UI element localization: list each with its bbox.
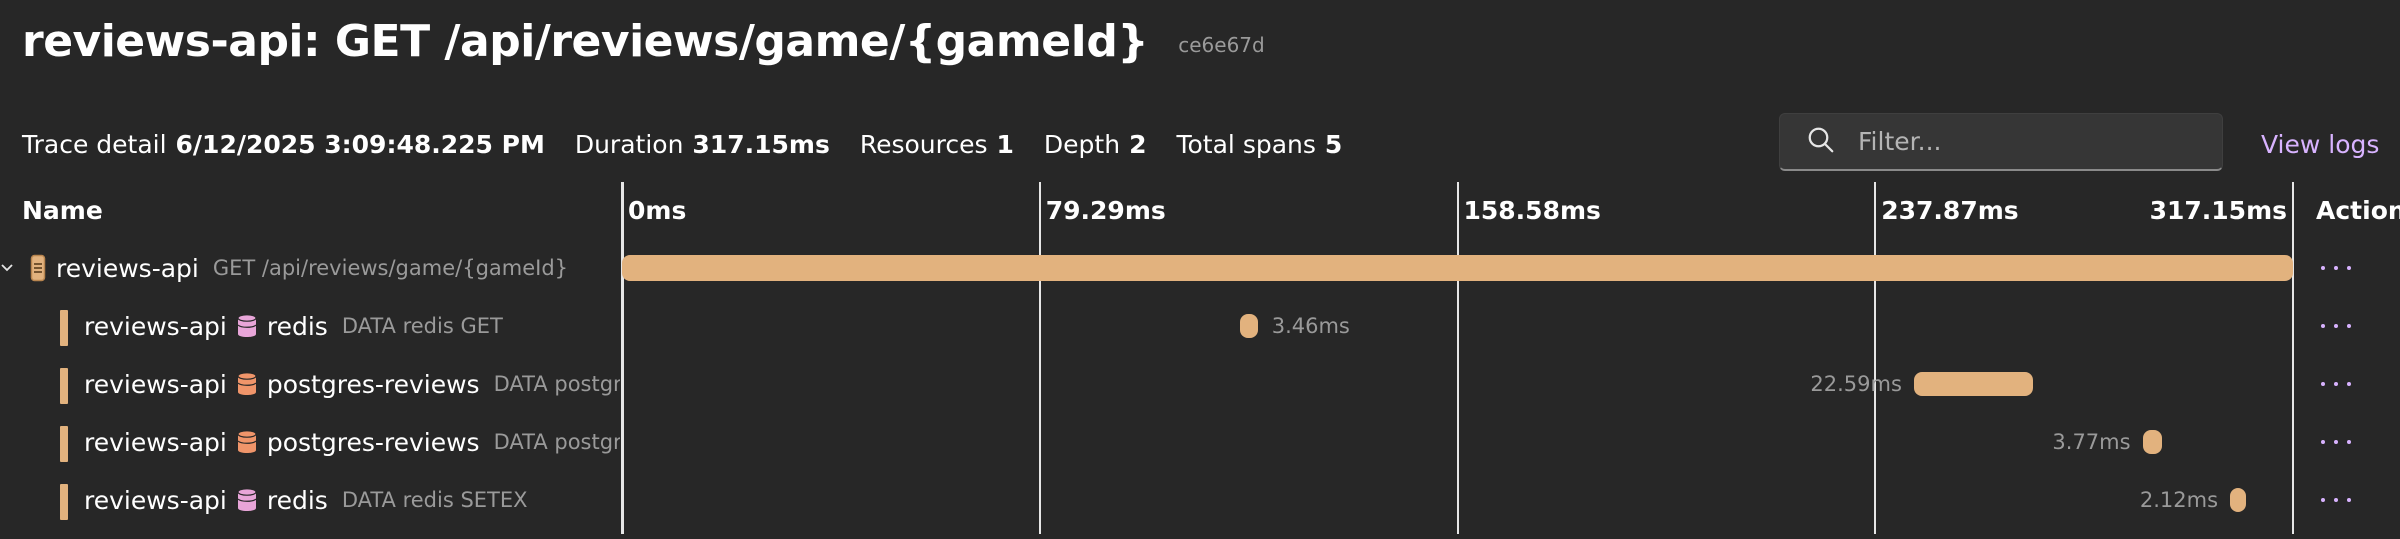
span-name: reviews-api redis DATA redis GET (84, 298, 503, 354)
span-resource-name: reviews-api (84, 485, 227, 515)
actions-column-header: Actions (2316, 195, 2400, 225)
resource-color-indicator (60, 484, 68, 520)
span-resource-name: reviews-api (84, 427, 227, 457)
span-duration-label: 22.59ms (1810, 372, 1902, 396)
more-dot-icon (2347, 266, 2351, 270)
span-name: reviews-api redis DATA redis SETEX (84, 472, 528, 528)
timeline-tick-label: 0ms (628, 195, 687, 225)
resources-value: 1 (996, 129, 1014, 159)
span-resource-name: reviews-api (56, 253, 199, 283)
resource-color-indicator (60, 368, 68, 404)
redis-icon (237, 313, 257, 339)
more-dot-icon (2334, 382, 2338, 386)
more-dot-icon (2321, 382, 2325, 386)
span-duration-bar[interactable] (1239, 314, 1258, 338)
span-row[interactable]: reviews-api redis DATA redis GET 3.46ms (0, 298, 2400, 354)
more-dot-icon (2347, 498, 2351, 502)
span-duration-label: 2.12ms (2139, 488, 2219, 512)
more-dot-icon (2334, 266, 2338, 270)
more-dot-icon (2321, 266, 2325, 270)
trace-id: ce6e67d (1178, 33, 1265, 57)
resource-color-indicator (60, 310, 68, 346)
postgres-icon (237, 371, 257, 397)
trace-summary: Trace detail 6/12/2025 3:09:48.225 PM Du… (22, 126, 1372, 162)
more-dot-icon (2334, 440, 2338, 444)
span-duration-label: 3.46ms (1271, 314, 1350, 338)
span-detail: DATA postgresql (493, 430, 620, 454)
trace-detail-value: 6/12/2025 3:09:48.225 PM (175, 129, 545, 159)
timeline-tick-label: 79.29ms (1045, 195, 1166, 225)
redis-icon (237, 487, 257, 513)
name-column-header: Name (22, 195, 103, 225)
span-peer-name: redis (266, 485, 328, 515)
more-dot-icon (2321, 440, 2325, 444)
project-icon (30, 254, 46, 282)
total-spans-label: Total spans (1176, 129, 1316, 159)
postgres-icon (237, 429, 257, 455)
more-dot-icon (2334, 498, 2338, 502)
resource-color-indicator (60, 426, 68, 462)
span-peer-name: postgres-reviews (266, 369, 480, 399)
span-duration-label: 3.77ms (2052, 430, 2131, 454)
total-spans: Total spans 5 (1176, 130, 1342, 159)
more-actions-button[interactable] (2321, 430, 2351, 454)
timeline-tick-label: 237.87ms (1881, 195, 2019, 225)
span-duration-bar[interactable] (1913, 372, 2033, 396)
view-logs-link[interactable]: View logs (2261, 126, 2379, 162)
timeline-tick-label: 158.58ms (1463, 195, 1601, 225)
span-duration-bar[interactable] (622, 255, 2293, 281)
depth: Depth 2 (1044, 130, 1147, 159)
total-spans-value: 5 (1324, 129, 1343, 159)
page-header: reviews-api: GET /api/reviews/game/{game… (22, 6, 1265, 76)
span-row[interactable]: reviews-api postgres-reviews DATA postgres… (0, 356, 2400, 412)
span-peer-name: redis (266, 311, 328, 341)
duration: Duration 317.15ms (575, 130, 830, 159)
span-row[interactable]: reviews-api postgres-reviews DATA postgres… (0, 414, 2400, 470)
timeline-tick-label: 317.15ms (2149, 195, 2287, 225)
more-actions-button[interactable] (2321, 256, 2351, 280)
duration-label: Duration (574, 129, 684, 159)
more-dot-icon (2347, 440, 2351, 444)
more-dot-icon (2347, 382, 2351, 386)
trace-detail: Trace detail 6/12/2025 3:09:48.225 PM (22, 130, 545, 159)
span-detail: GET /api/reviews/game/{gameId} (212, 256, 569, 280)
span-resource-name: reviews-api (84, 369, 227, 399)
span-detail: DATA redis SETEX (341, 488, 528, 512)
span-name: reviews-api GET /api/reviews/game/{gameId… (30, 240, 568, 296)
span-name: reviews-api postgres-reviews DATA postgres… (84, 414, 620, 470)
span-resource-name: reviews-api (84, 311, 227, 341)
span-duration-bar[interactable] (2142, 430, 2163, 454)
more-dot-icon (2334, 324, 2338, 328)
more-dot-icon (2347, 324, 2351, 328)
resources: Resources 1 (860, 130, 1014, 159)
span-duration-bar[interactable] (2230, 488, 2247, 512)
chevron-down-icon[interactable] (0, 254, 14, 282)
resources-label: Resources (859, 129, 988, 159)
more-actions-button[interactable] (2321, 488, 2351, 512)
trace-detail-label: Trace detail (22, 129, 167, 159)
filter-input[interactable] (1856, 126, 2186, 157)
span-name: reviews-api postgres-reviews DATA postgres… (84, 356, 620, 412)
span-row[interactable]: reviews-api redis DATA redis SETEX 2.12ms (0, 472, 2400, 528)
span-detail: DATA redis GET (341, 314, 503, 338)
page-title: reviews-api: GET /api/reviews/game/{game… (22, 15, 1149, 67)
span-peer-name: postgres-reviews (266, 427, 480, 457)
duration-value: 317.15ms (692, 129, 830, 159)
span-detail: DATA postgresql (493, 372, 620, 396)
more-actions-button[interactable] (2321, 314, 2351, 338)
more-dot-icon (2321, 498, 2325, 502)
depth-value: 2 (1129, 129, 1147, 159)
span-row[interactable]: reviews-api GET /api/reviews/game/{gameId… (0, 240, 2400, 296)
filter-box[interactable] (1779, 113, 2223, 171)
depth-label: Depth (1043, 129, 1121, 159)
search-icon (1806, 125, 1836, 159)
more-dot-icon (2321, 324, 2325, 328)
more-actions-button[interactable] (2321, 372, 2351, 396)
